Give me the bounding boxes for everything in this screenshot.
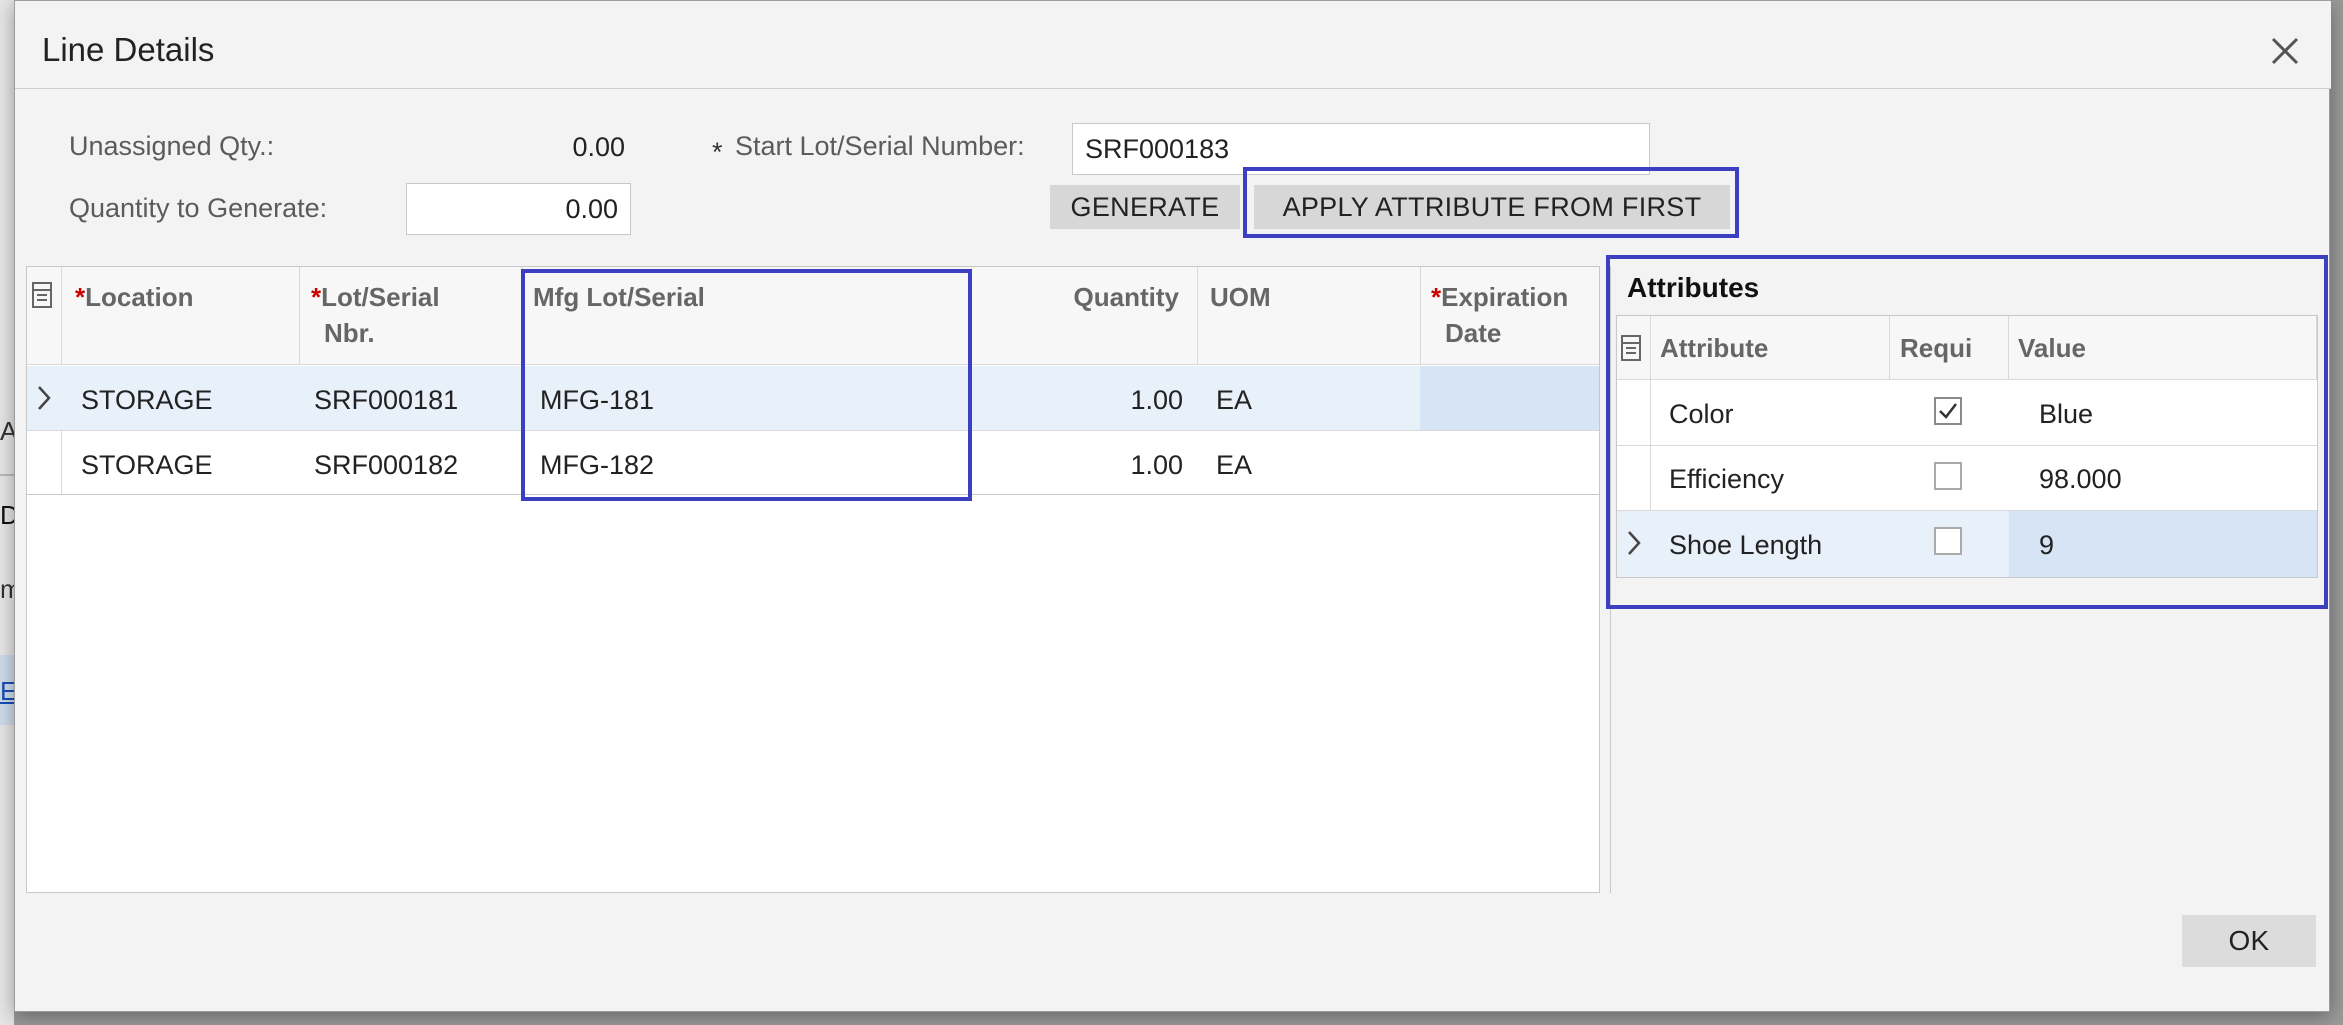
col-divider [61, 267, 62, 365]
unassigned-qty-value: 0.00 [572, 132, 625, 162]
col-header-location[interactable]: *Location [75, 279, 193, 315]
col-header-lot-serial-line2: Nbr. [324, 318, 375, 348]
cell-lot-serial[interactable]: SRF000182 [314, 450, 458, 481]
col-header-lot-serial[interactable]: *Lot/Serial [311, 279, 440, 315]
dialog-titlebar [15, 1, 2331, 89]
start-lot-serial-label: Start Lot/Serial Number: [735, 131, 1025, 161]
col-divider [1197, 267, 1198, 365]
quantity-to-generate-input[interactable]: 0.00 [406, 183, 631, 235]
cell-quantity[interactable]: 1.00 [973, 450, 1183, 481]
cell-lot-serial[interactable]: SRF000181 [314, 385, 458, 416]
cell-quantity[interactable]: 1.00 [973, 385, 1183, 416]
col-header-expiration-date[interactable]: *Expiration [1431, 279, 1581, 315]
col-divider [61, 431, 62, 494]
unassigned-qty-label: Unassigned Qty.: [69, 131, 275, 161]
lines-grid: *Location *Lot/Serial Nbr. Mfg Lot/Seria… [26, 266, 1600, 893]
line-details-dialog: Line Details Unassigned Qty.: 0.00 Quant… [14, 0, 2331, 1012]
col-header-quantity[interactable]: Quantity [973, 279, 1179, 315]
cell-location[interactable]: STORAGE [81, 450, 213, 481]
ok-button[interactable]: OK [2182, 915, 2316, 967]
col-divider [1420, 267, 1421, 365]
cell-uom[interactable]: EA [1216, 450, 1252, 481]
column-chooser-icon[interactable] [31, 281, 53, 309]
highlight-attributes-panel [1606, 255, 2328, 609]
required-marker: * [712, 137, 723, 167]
dialog-title: Line Details [42, 31, 215, 68]
background-divider [0, 474, 14, 476]
col-header-uom[interactable]: UOM [1210, 279, 1271, 315]
highlight-mfg-lot-serial-column [521, 269, 972, 501]
generate-button[interactable]: GENERATE [1050, 185, 1240, 229]
close-icon [2271, 37, 2299, 65]
apply-attribute-from-first-button[interactable]: APPLY ATTRIBUTE FROM FIRST [1254, 185, 1730, 229]
expiration-date-cell[interactable] [1420, 366, 1599, 430]
cell-location[interactable]: STORAGE [81, 385, 213, 416]
row-expand-chevron-icon[interactable] [33, 383, 55, 418]
close-button[interactable] [2263, 29, 2307, 73]
quantity-to-generate-label: Quantity to Generate: [69, 193, 328, 223]
col-divider [299, 267, 300, 365]
cell-uom[interactable]: EA [1216, 385, 1252, 416]
col-header-expiration-line2: Date [1445, 318, 1502, 348]
